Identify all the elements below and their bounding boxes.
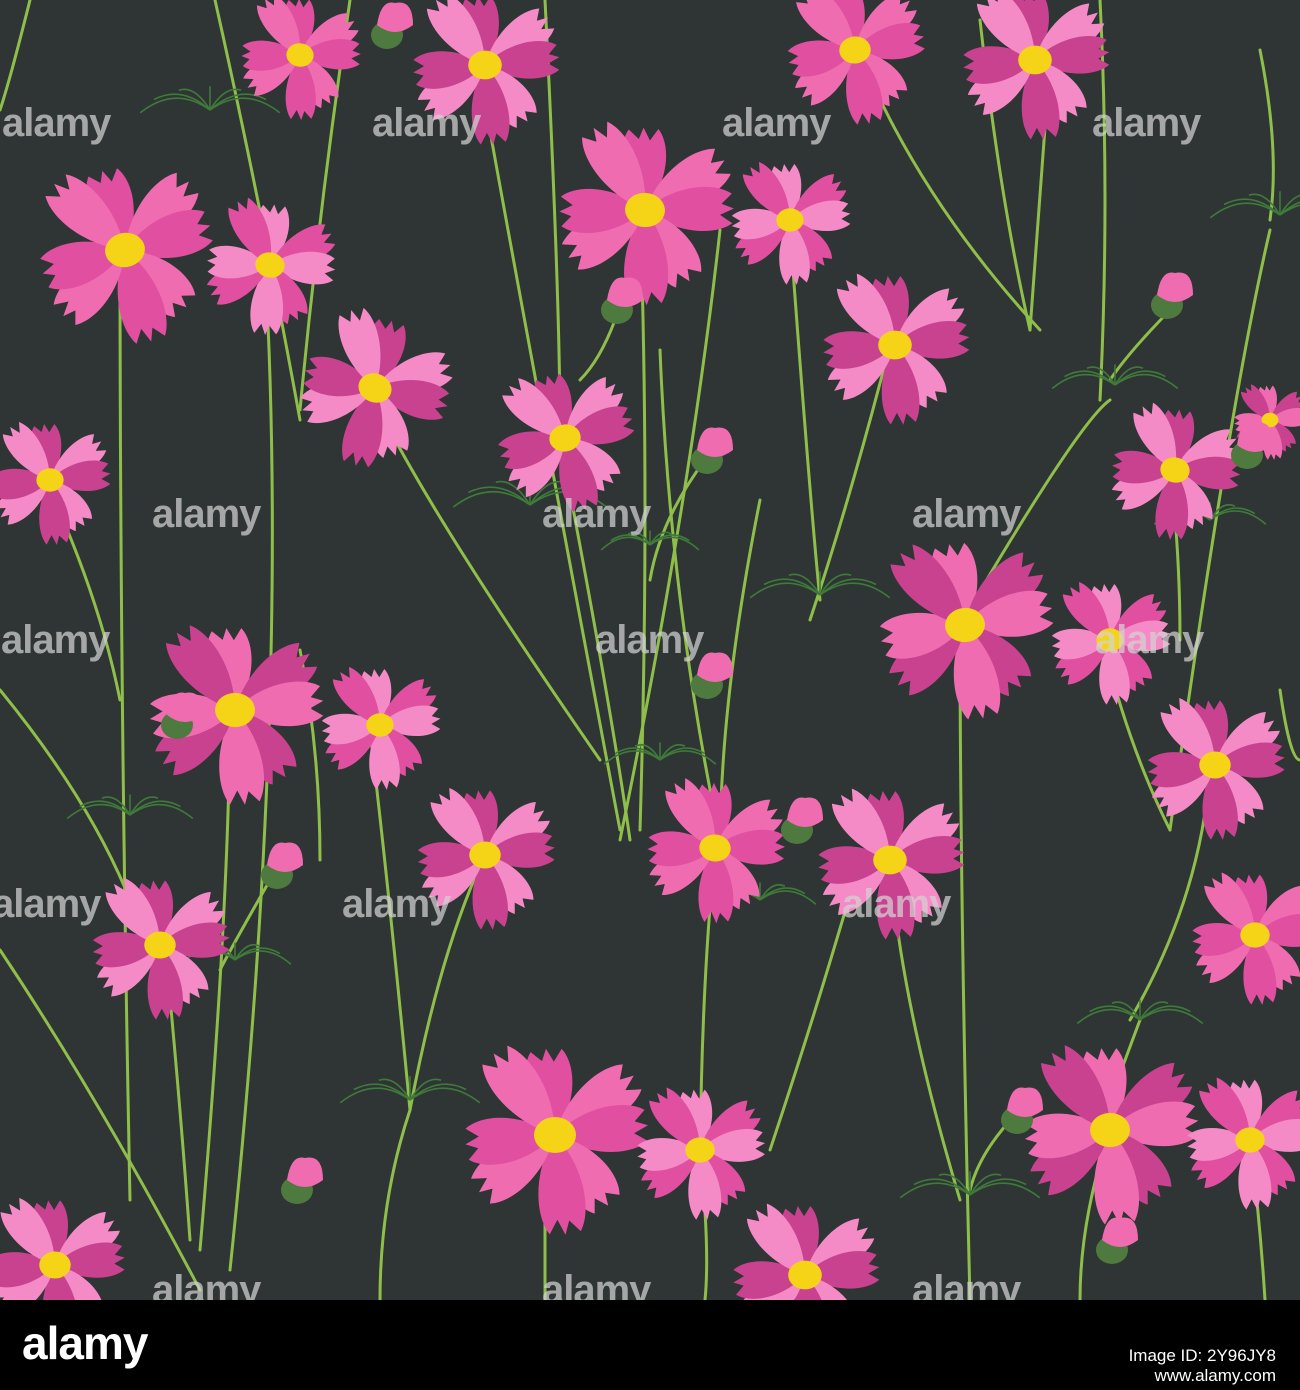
leaf-tuft — [819, 582, 891, 599]
flower-center — [39, 1251, 71, 1279]
cosmos-flower — [92, 878, 230, 1020]
flower-stem — [658, 348, 722, 842]
flower-center — [1240, 922, 1270, 948]
cosmos-flower — [963, 0, 1110, 140]
flower-center — [469, 841, 501, 869]
flower-center — [468, 50, 502, 80]
flower-center — [878, 330, 912, 360]
leaf-tuft — [1051, 373, 1116, 390]
leaf-tuft — [1139, 1005, 1191, 1021]
cosmos-flower — [1147, 698, 1285, 840]
image-id-line: Image ID: 2Y96JY8 www.alamy.com — [1128, 1346, 1276, 1385]
cosmos-flower — [498, 373, 635, 513]
flower-stem — [118, 248, 132, 1202]
flower-center — [1090, 1112, 1130, 1148]
flower-center — [215, 692, 255, 728]
flower-center — [873, 845, 907, 875]
flower-center — [534, 1117, 576, 1153]
cosmos-flower — [818, 788, 965, 940]
cosmos-flower — [413, 0, 560, 145]
cosmos-flower — [1051, 581, 1171, 705]
leaf-tuft — [409, 1087, 481, 1104]
image-frame: alamy alamy alamy alamy alamy alamy alam… — [0, 0, 1300, 1390]
flower-stem — [648, 458, 707, 582]
flower-stem — [578, 318, 617, 382]
cosmos-flower — [1192, 872, 1300, 1005]
leaf-tuft — [1114, 370, 1166, 386]
leaf-tuft — [209, 97, 281, 114]
flower-stem — [788, 228, 822, 602]
cosmos-flower — [1187, 1077, 1300, 1210]
flower-bud — [287, 1157, 323, 1187]
flower-stem — [378, 1108, 412, 1300]
alamy-logo: alamy — [22, 1317, 148, 1369]
leaf-tuft — [1139, 1008, 1204, 1025]
cosmos-flower — [787, 0, 925, 125]
leaf-tuft — [969, 1182, 1041, 1199]
leaf-tuft — [763, 578, 821, 596]
leaf-tuft — [1064, 370, 1116, 386]
flower-center — [36, 468, 64, 492]
flower-bud — [267, 842, 303, 872]
cosmos-flower — [465, 1045, 648, 1235]
cosmos-flower — [206, 197, 336, 336]
leaf-tuft — [1114, 373, 1179, 390]
leaf-tuft — [339, 1087, 411, 1104]
cosmos-flower — [1111, 402, 1241, 541]
cosmos-flower — [0, 1198, 125, 1300]
cosmos-flower — [417, 788, 555, 930]
flower-center — [776, 208, 804, 232]
cosmos-flower — [299, 307, 453, 468]
flower-stem — [958, 623, 972, 1300]
cosmos-flower — [1024, 1045, 1199, 1225]
flower-center — [1235, 1127, 1265, 1153]
flower-bud — [787, 797, 823, 827]
cosmos-flower — [823, 273, 970, 425]
flower-center — [788, 1260, 822, 1290]
leaf-tuft — [409, 1083, 467, 1101]
flower-bud — [697, 427, 733, 457]
flower-bud — [607, 277, 643, 307]
cosmos-flower — [637, 1087, 766, 1220]
cosmos-flower — [731, 161, 851, 285]
flower-center — [1096, 628, 1124, 652]
footer-bar: alamy Image ID: 2Y96JY8 www.alamy.com — [0, 1300, 1300, 1390]
flower-stem — [1278, 688, 1300, 762]
leaf-tuft — [452, 490, 531, 508]
flower-bud — [1007, 1087, 1043, 1117]
leaf-tuft — [749, 582, 821, 599]
flower-stem — [0, 688, 132, 902]
leaf-tuft — [129, 803, 194, 820]
leaf-tuft — [66, 803, 131, 820]
cosmos-flower — [0, 421, 111, 545]
cosmos-flowers-illustration — [0, 0, 1300, 1300]
flower-stem — [218, 878, 272, 972]
cosmos-flower — [40, 168, 213, 344]
leaf-tuft — [353, 1083, 411, 1101]
image-id-text: Image ID: 2Y96JY8 www.alamy.com — [1129, 1346, 1276, 1386]
leaf-tuft — [129, 800, 181, 816]
flower-center — [1199, 751, 1231, 779]
cosmos-flower — [321, 666, 441, 790]
leaf-tuft — [153, 93, 211, 111]
leaf-tuft — [969, 1178, 1027, 1196]
floral-pattern-image: alamy alamy alamy alamy alamy alamy alam… — [0, 0, 1300, 1300]
leaf-tuft — [819, 578, 877, 596]
flower-bud — [1157, 272, 1193, 302]
cosmos-flower — [733, 1203, 880, 1300]
flower-bud — [697, 652, 733, 682]
leaf-tuft — [468, 486, 531, 506]
leaf-tuft — [913, 1178, 971, 1196]
cosmos-flower — [647, 778, 786, 924]
flower-stem — [1258, 48, 1275, 222]
flower-bud — [1102, 1217, 1138, 1247]
leaf-tuft — [139, 97, 211, 114]
flower-center — [685, 1137, 715, 1163]
flower-bud — [377, 2, 413, 32]
flower-center — [366, 713, 394, 737]
flower-center — [144, 931, 176, 959]
cosmos-flower — [879, 542, 1054, 720]
flower-stem — [0, 0, 32, 112]
flower-center — [1018, 45, 1052, 75]
